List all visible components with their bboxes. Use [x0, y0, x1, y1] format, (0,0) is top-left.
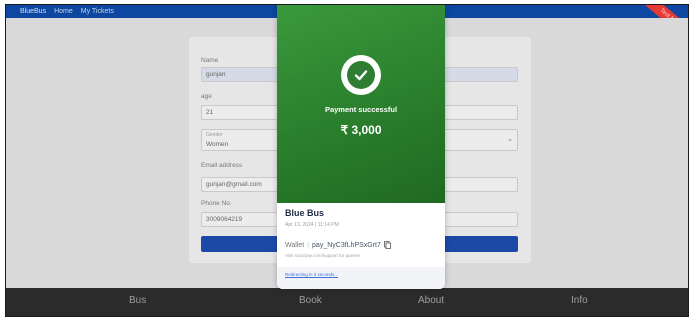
chevron-down-icon: ⌄	[507, 136, 513, 143]
footer-tab-about[interactable]: About	[418, 295, 444, 306]
redirect-link[interactable]: Redirecting in 3 seconds...	[285, 272, 338, 277]
age-label: age	[201, 93, 212, 100]
footer-tab-book[interactable]: Book	[299, 295, 322, 306]
nav-link-home[interactable]: Home	[54, 8, 73, 15]
app-frame: BlueBus Home My Tickets Test Mode Name g…	[5, 4, 689, 317]
brand-link[interactable]: BlueBus	[20, 8, 46, 15]
merchant-name: Blue Bus	[285, 208, 325, 218]
separator: |	[307, 241, 310, 249]
footer-tab-bus[interactable]: Bus	[129, 295, 146, 306]
email-label: Email address	[201, 162, 243, 169]
success-banner: Payment successful ₹ 3,000	[277, 5, 445, 203]
footer-tab-info[interactable]: Info	[571, 295, 588, 306]
modal-footer	[277, 267, 445, 289]
name-label: Name	[201, 57, 219, 64]
checkmark-icon	[347, 61, 375, 89]
phone-label: Phone No.	[201, 200, 232, 207]
payment-id: pay_NyC3fLhPSxGrt7	[312, 241, 381, 249]
payment-date: Apr 13, 2024 | 11:14 PM	[285, 222, 339, 228]
copy-icon[interactable]	[384, 241, 391, 249]
bottom-nav: Bus Book About Info	[6, 288, 688, 316]
payment-method-row: Wallet | pay_NyC3fLhPSxGrt7	[285, 241, 391, 249]
payment-method: Wallet	[285, 241, 305, 249]
payment-status: Payment successful	[324, 105, 398, 114]
support-note: Visit razorpay.com/support for queries	[285, 253, 361, 258]
success-badge	[341, 55, 381, 95]
payment-modal: Payment successful ₹ 3,000 Blue Bus Apr …	[277, 5, 445, 289]
nav-link-my-tickets[interactable]: My Tickets	[81, 8, 114, 15]
payment-amount: ₹ 3,000	[340, 123, 382, 137]
